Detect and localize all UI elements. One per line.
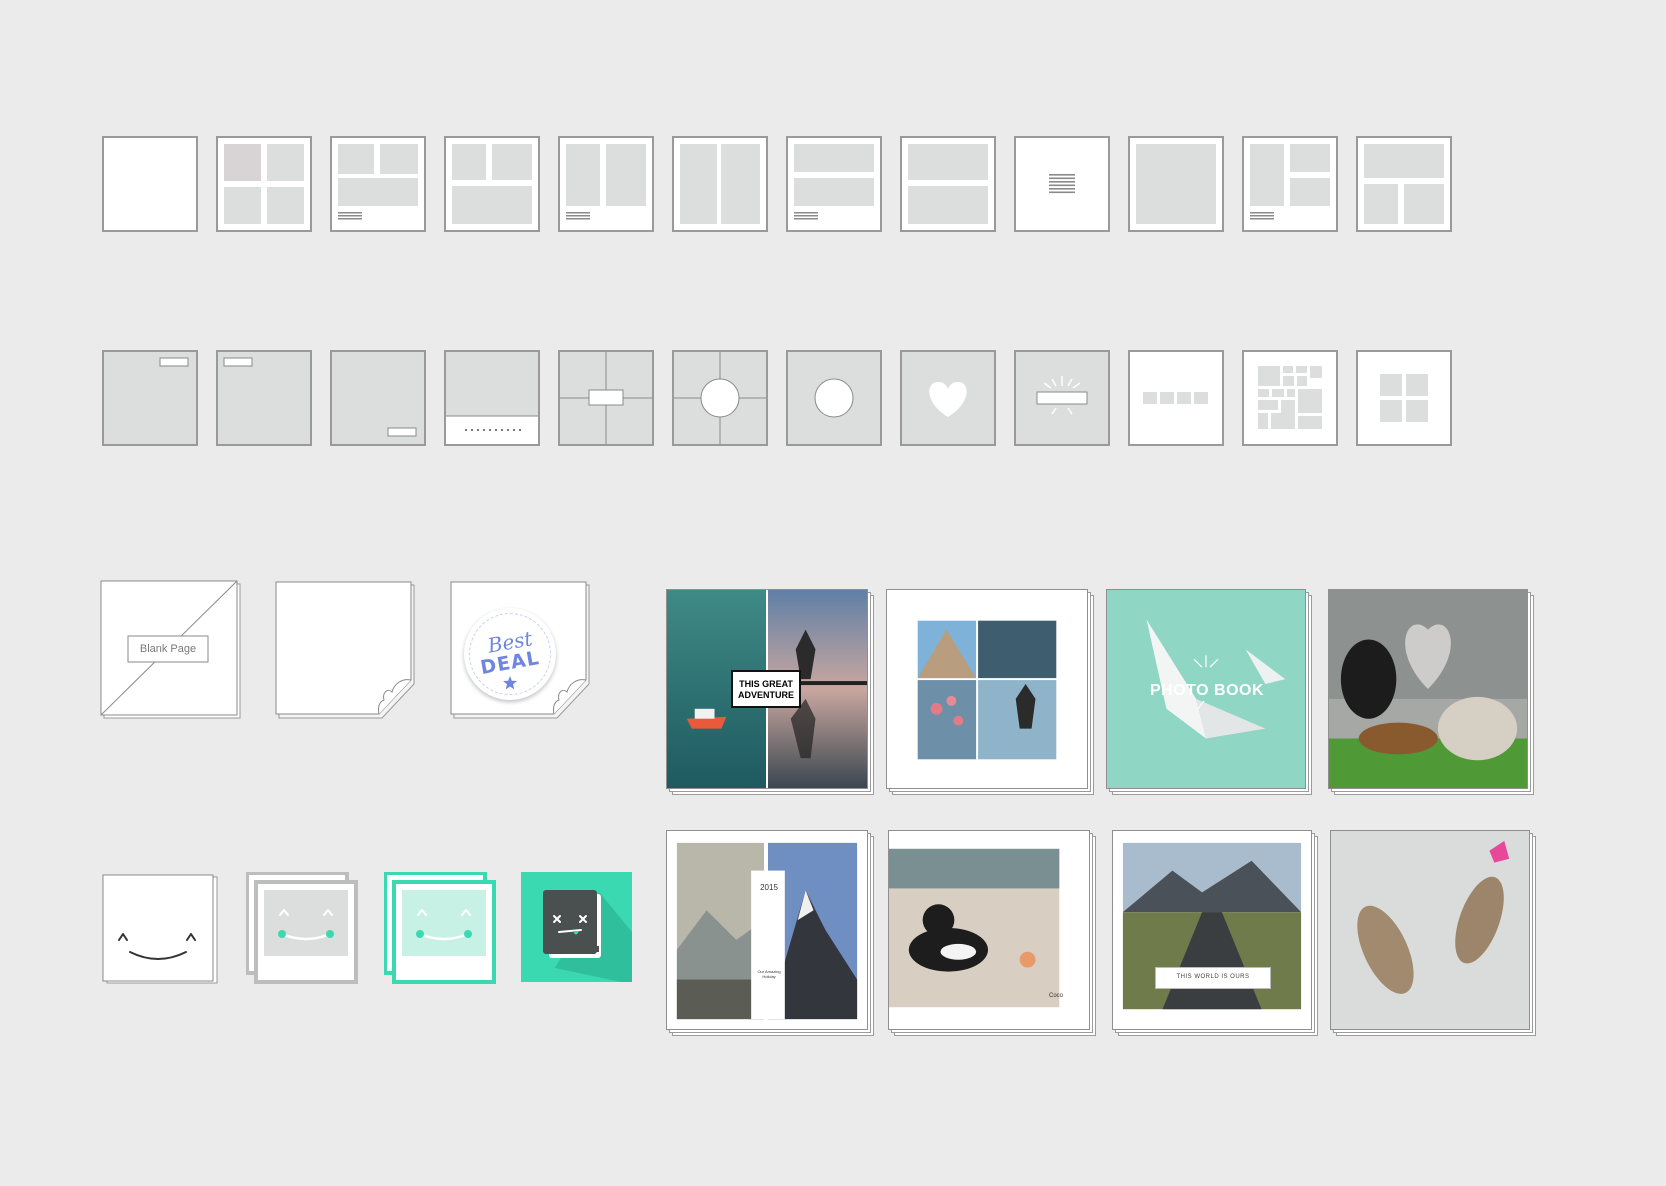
cover-burst-label[interactable] [1014, 350, 1110, 446]
holiday-caption-line-2: Holiday [762, 974, 776, 979]
layout-three-caption[interactable] [1242, 136, 1338, 232]
cover-label-bottom-right[interactable] [330, 350, 426, 446]
cover-mosaic[interactable] [1242, 350, 1338, 446]
adventure-title-line-2: ADVENTURE [737, 690, 794, 700]
holiday-year: 2015 [760, 883, 778, 892]
star-icon [503, 676, 517, 690]
best-deal-badge: Best DEAL [464, 608, 556, 700]
cover-center-circle[interactable] [786, 350, 882, 446]
curled-page-graphic [275, 581, 415, 719]
dog-caption: Coco [1048, 993, 1063, 999]
smile-blank-icon[interactable] [102, 874, 220, 984]
preview-road[interactable]: THIS WORLD IS OURS [1112, 830, 1312, 1030]
holiday-caption: Our Amazing Holiday [752, 969, 786, 979]
layout-two-top-wide-caption[interactable] [330, 136, 426, 232]
road-caption: THIS WORLD IS OURS [1176, 974, 1250, 980]
layout-text-only[interactable] [1014, 136, 1110, 232]
adventure-title-line-1: THIS GREAT [739, 679, 793, 689]
layout-two-top-wide-bottom[interactable] [444, 136, 540, 232]
smile-gray-stack-icon[interactable] [245, 871, 358, 984]
preview-photobook[interactable]: PHOTO BOOK [1106, 589, 1306, 789]
layout-two-column[interactable] [672, 136, 768, 232]
layout-blank[interactable] [102, 136, 198, 232]
blank-page-label: Blank Page [139, 643, 197, 655]
cover-heart[interactable] [900, 350, 996, 446]
smile-teal-stack-icon[interactable] [383, 871, 496, 984]
blank-page-option[interactable]: Blank Page [100, 580, 242, 720]
layout-single-photo[interactable] [1128, 136, 1224, 232]
preview-holiday[interactable]: 2015 Our Amazing Holiday [666, 830, 868, 1030]
cover-label-top-left[interactable] [216, 350, 312, 446]
layout-two-column-caption[interactable] [558, 136, 654, 232]
layout-two-rows[interactable] [900, 136, 996, 232]
preview-collage[interactable] [886, 589, 1088, 789]
cover-four-grid-center[interactable] [1356, 350, 1452, 446]
layout-four-grid[interactable] [216, 136, 312, 232]
cover-four-squares-strip[interactable] [1128, 350, 1224, 446]
cover-dotted-band[interactable] [444, 350, 540, 446]
preview-cats[interactable] [1330, 830, 1530, 1030]
adventure-title-box: THIS GREAT ADVENTURE [731, 670, 801, 708]
cover-label-top-right[interactable] [102, 350, 198, 446]
preview-dog[interactable]: Coco [888, 830, 1090, 1030]
curled-page-option[interactable] [274, 580, 416, 720]
preview-dogs[interactable] [1328, 589, 1528, 789]
cover-center-label-quadrants[interactable] [558, 350, 654, 446]
cover-center-circle-quadrants[interactable] [672, 350, 768, 446]
book-app-icon[interactable] [521, 872, 632, 982]
photobook-title: PHOTO BOOK [1149, 682, 1265, 699]
layout-wide-top-two-bottom[interactable] [1356, 136, 1452, 232]
layout-two-rows-caption[interactable] [786, 136, 882, 232]
preview-adventure[interactable]: THIS GREAT ADVENTURE [666, 589, 868, 789]
